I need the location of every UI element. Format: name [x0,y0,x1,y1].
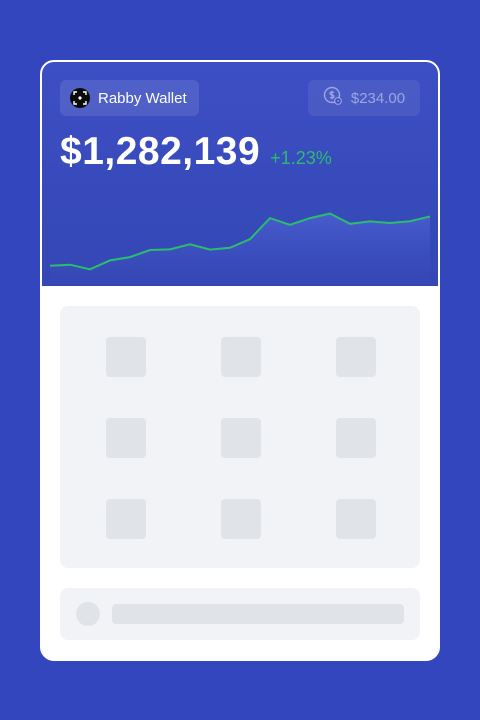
chart-area [50,213,430,286]
balance-row: $1,282,139 +1.23% [60,130,332,174]
app-grid-placeholder [60,306,420,568]
dollar-coin-settings-icon [323,86,343,111]
balance-header: Rabby Wallet $234.00 $1,282,139 +1.23% [42,62,438,286]
gas-fee-button[interactable]: $234.00 [308,80,420,116]
list-item-placeholder[interactable] [60,588,420,640]
grid-tile-placeholder[interactable] [221,499,261,539]
wallet-card: Rabby Wallet $234.00 $1,282,139 +1.23% [40,60,440,661]
grid-tile-placeholder[interactable] [106,418,146,458]
total-balance: $1,282,139 [60,130,261,173]
rabby-logo-icon [70,88,90,108]
balance-chart [50,212,430,286]
avatar-placeholder [76,602,100,626]
background-frame: Rabby Wallet $234.00 $1,282,139 +1.23% [0,0,480,720]
wallet-selector-button[interactable]: Rabby Wallet [60,80,199,116]
grid-tile-placeholder[interactable] [221,418,261,458]
grid-tile-placeholder[interactable] [336,418,376,458]
gas-fee-value: $234.00 [350,89,406,107]
grid-tile-placeholder[interactable] [221,337,261,377]
grid-tile-placeholder[interactable] [106,499,146,539]
balance-change: +1.23% [270,148,332,168]
text-line-placeholder [112,604,404,624]
content-area [42,286,438,659]
grid-tile-placeholder[interactable] [336,337,376,377]
grid-tile-placeholder[interactable] [336,499,376,539]
wallet-name: Rabby Wallet [98,89,187,107]
grid-tile-placeholder[interactable] [106,337,146,377]
